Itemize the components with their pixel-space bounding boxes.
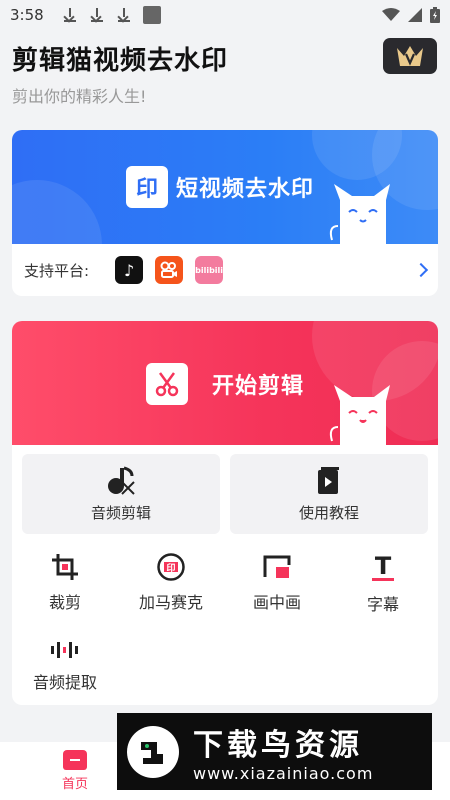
mosaic-icon-text: 印 — [166, 562, 175, 574]
audio-extract-icon — [51, 642, 78, 658]
audio-edit-button[interactable]: 音频剪辑 — [22, 454, 220, 534]
tool-audio-extract-label: 音频提取 — [32, 673, 97, 692]
battery-icon — [430, 7, 440, 23]
app-subtitle: 剪出你的精彩人生! — [12, 87, 147, 106]
status-right — [382, 7, 440, 23]
subtitle-icon-text: T — [375, 553, 392, 580]
chevron-right-icon[interactable] — [413, 262, 429, 278]
cat-mascot-icon — [329, 184, 390, 244]
mosaic-icon: 印 — [157, 553, 185, 581]
download-icon — [62, 7, 78, 23]
notification-icon — [142, 6, 161, 24]
cat-mascot-icon — [329, 385, 390, 445]
wifi-icon — [382, 8, 400, 21]
picture-in-picture-icon — [263, 555, 291, 578]
tool-crop[interactable]: 裁剪 — [12, 553, 118, 615]
crop-icon — [52, 554, 78, 580]
tools-grid: 裁剪 印 加马赛克 画中画 T 字幕 — [12, 553, 438, 615]
tool-crop-label: 裁剪 — [48, 593, 81, 612]
tool-mosaic-label: 加马赛克 — [138, 593, 203, 612]
home-icon — [63, 750, 87, 770]
music-scissors-icon — [108, 466, 135, 495]
tool-subtitle[interactable]: T 字幕 — [330, 553, 436, 615]
editor-card: 开始剪辑 音频剪辑 使用教程 裁剪 印 加马赛克 画中画 T 字幕 音频提取 — [12, 321, 438, 705]
bird-logo-icon — [127, 725, 179, 778]
supported-platforms-row[interactable]: 支持平台: ♪ bilibili — [12, 244, 438, 296]
decor-bubble — [12, 180, 102, 244]
tools-grid-row2: 音频提取 — [12, 639, 438, 693]
signal-icon — [408, 8, 422, 22]
start-editing-title: 开始剪辑 — [212, 374, 305, 399]
tool-audio-extract[interactable]: 音频提取 — [12, 639, 118, 693]
kuaishou-icon — [155, 256, 184, 284]
platform-label: 支持平台: — [24, 261, 90, 280]
watermark-overlay: 下载鸟资源 www.xiazainiao.com — [117, 713, 432, 790]
tool-subtitle-label: 字幕 — [366, 595, 399, 614]
big-buttons-row: 音频剪辑 使用教程 — [22, 454, 428, 534]
tutorial-button[interactable]: 使用教程 — [230, 454, 428, 534]
subtitle-icon: T — [372, 553, 394, 581]
watermark-url: www.xiazainiao.com — [193, 764, 374, 783]
tutorial-book-icon — [318, 466, 339, 494]
audio-edit-label: 音频剪辑 — [90, 503, 151, 522]
tutorial-label: 使用教程 — [298, 503, 359, 522]
watermark-removal-card: 印 短视频去水印 支持平台: ♪ bilibili — [12, 130, 438, 296]
vip-button[interactable] — [383, 38, 437, 74]
crown-icon — [397, 46, 423, 66]
tool-mosaic[interactable]: 印 加马赛克 — [118, 553, 224, 615]
tab-home-label: 首页 — [61, 777, 88, 792]
scissors-icon — [146, 363, 188, 405]
watermark-text: 下载鸟资源 www.xiazainiao.com — [193, 720, 373, 783]
download-icon — [89, 7, 105, 23]
tool-pip-label: 画中画 — [252, 593, 301, 612]
start-editing-banner[interactable]: 开始剪辑 — [12, 321, 438, 445]
watermark-removal-banner[interactable]: 印 短视频去水印 — [12, 130, 438, 244]
download-icon — [116, 7, 132, 23]
watermark-title: 下载鸟资源 — [193, 728, 363, 763]
watermark-removal-title: 短视频去水印 — [176, 177, 315, 202]
status-bar: 3:58 — [0, 0, 450, 30]
app-title: 剪辑猫视频去水印 — [12, 46, 229, 76]
status-time: 3:58 — [10, 6, 44, 24]
watermark-stamp-icon: 印 — [126, 166, 168, 208]
tool-picture-in-picture[interactable]: 画中画 — [224, 553, 330, 615]
bilibili-icon: bilibili — [195, 256, 224, 284]
tiktok-icon: ♪ — [115, 256, 144, 284]
